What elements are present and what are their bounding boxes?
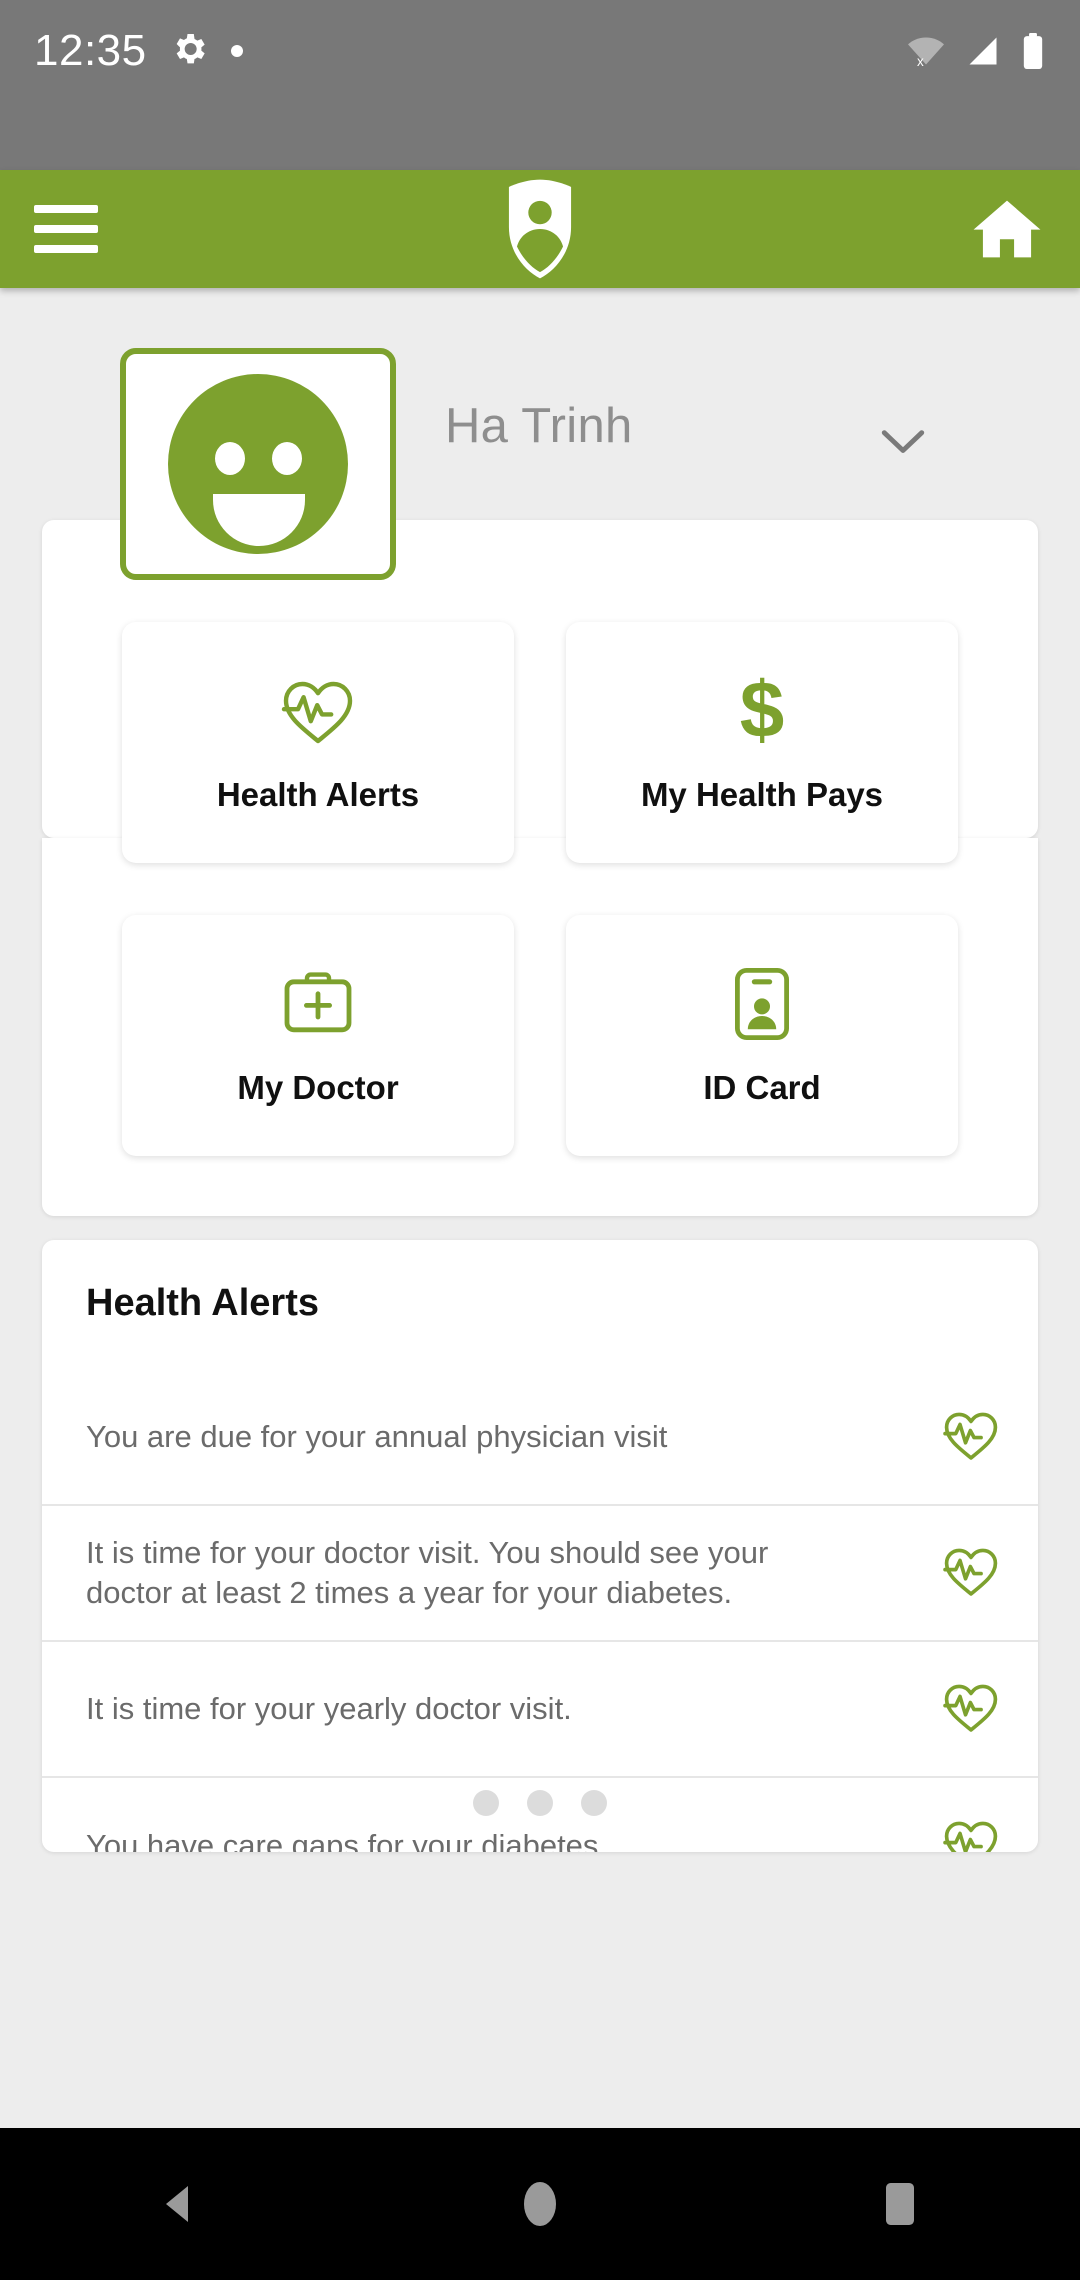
tile-my-doctor[interactable]: My Doctor: [122, 915, 514, 1156]
status-bar-right: x: [906, 22, 1046, 80]
battery-icon: [1020, 32, 1046, 75]
section-title: Health Alerts: [86, 1282, 319, 1324]
heart-pulse-icon: [942, 1408, 1000, 1467]
smiley-eye-right: [272, 442, 302, 475]
tile-label: My Doctor: [237, 1068, 399, 1106]
heart-pulse-icon: [280, 672, 356, 750]
hamburger-line: [34, 205, 98, 213]
home-icon[interactable]: [966, 193, 1046, 265]
alert-text: You are due for your annual physician vi…: [86, 1419, 668, 1455]
tile-health-alerts[interactable]: Health Alerts: [122, 622, 514, 863]
chevron-down-icon[interactable]: [880, 428, 926, 463]
id-badge-icon: [733, 965, 791, 1043]
android-navigation-bar: [0, 2128, 1080, 2280]
avatar[interactable]: [120, 348, 396, 580]
status-bar: 12:35 x: [0, 0, 1080, 170]
health-alerts-list: You are due for your annual physician vi…: [42, 1370, 1038, 1852]
back-triangle-icon[interactable]: [105, 2128, 255, 2280]
first-aid-kit-icon: [279, 965, 357, 1043]
tile-label: My Health Pays: [640, 775, 884, 813]
svg-text:x: x: [917, 54, 924, 69]
cellular-signal-icon: [964, 33, 1002, 74]
hamburger-line: [34, 225, 98, 233]
wifi-off-icon: x: [906, 33, 946, 74]
smiley-mouth: [213, 494, 305, 546]
phone-screen: 12:35 x Ha Trinh Health Alerts $ My Heal…: [0, 0, 1080, 2280]
status-bar-left: 12:35: [34, 22, 243, 80]
tile-label: Health Alerts: [216, 775, 420, 813]
alert-text: It is time for your yearly doctor visit.: [86, 1691, 572, 1727]
status-clock: 12:35: [34, 26, 147, 75]
list-item[interactable]: You are due for your annual physician vi…: [42, 1370, 1038, 1506]
health-alerts-card: Health Alerts You are due for your annua…: [42, 1240, 1038, 1852]
quick-actions-grid: Health Alerts $ My Health Pays My Doctor: [42, 560, 1038, 1220]
home-circle-icon[interactable]: [465, 2128, 615, 2280]
profile-row: Ha Trinh: [0, 288, 1080, 580]
tile-id-card[interactable]: ID Card: [566, 915, 958, 1156]
list-item[interactable]: It is time for your yearly doctor visit.: [42, 1642, 1038, 1778]
notification-dot-icon: [230, 45, 243, 57]
heart-pulse-icon: [942, 1544, 1000, 1603]
smiley-face-avatar-icon: [168, 374, 348, 554]
profile-name: Ha Trinh: [445, 399, 633, 453]
tile-my-health-pays[interactable]: $ My Health Pays: [566, 622, 958, 863]
alert-text: You have care gaps for your diabetes: [86, 1828, 599, 1852]
heart-pulse-icon: [942, 1817, 1000, 1852]
gear-icon: [169, 29, 209, 74]
heart-pulse-icon: [942, 1680, 1000, 1739]
hamburger-menu-icon[interactable]: [34, 201, 100, 257]
shield-person-logo[interactable]: [499, 176, 581, 282]
smiley-eye-left: [215, 442, 245, 475]
tile-label: ID Card: [703, 1068, 821, 1106]
app-header: [0, 170, 1080, 288]
alert-text: It is time for your doctor visit. You sh…: [86, 1535, 769, 1610]
dollar-sign-icon: $: [734, 671, 790, 751]
list-item[interactable]: It is time for your doctor visit. You sh…: [42, 1506, 1038, 1642]
svg-text:$: $: [740, 671, 785, 751]
list-item[interactable]: You have care gaps for your diabetes: [42, 1778, 1038, 1852]
recents-square-icon[interactable]: [825, 2128, 975, 2280]
hamburger-line: [34, 245, 98, 253]
